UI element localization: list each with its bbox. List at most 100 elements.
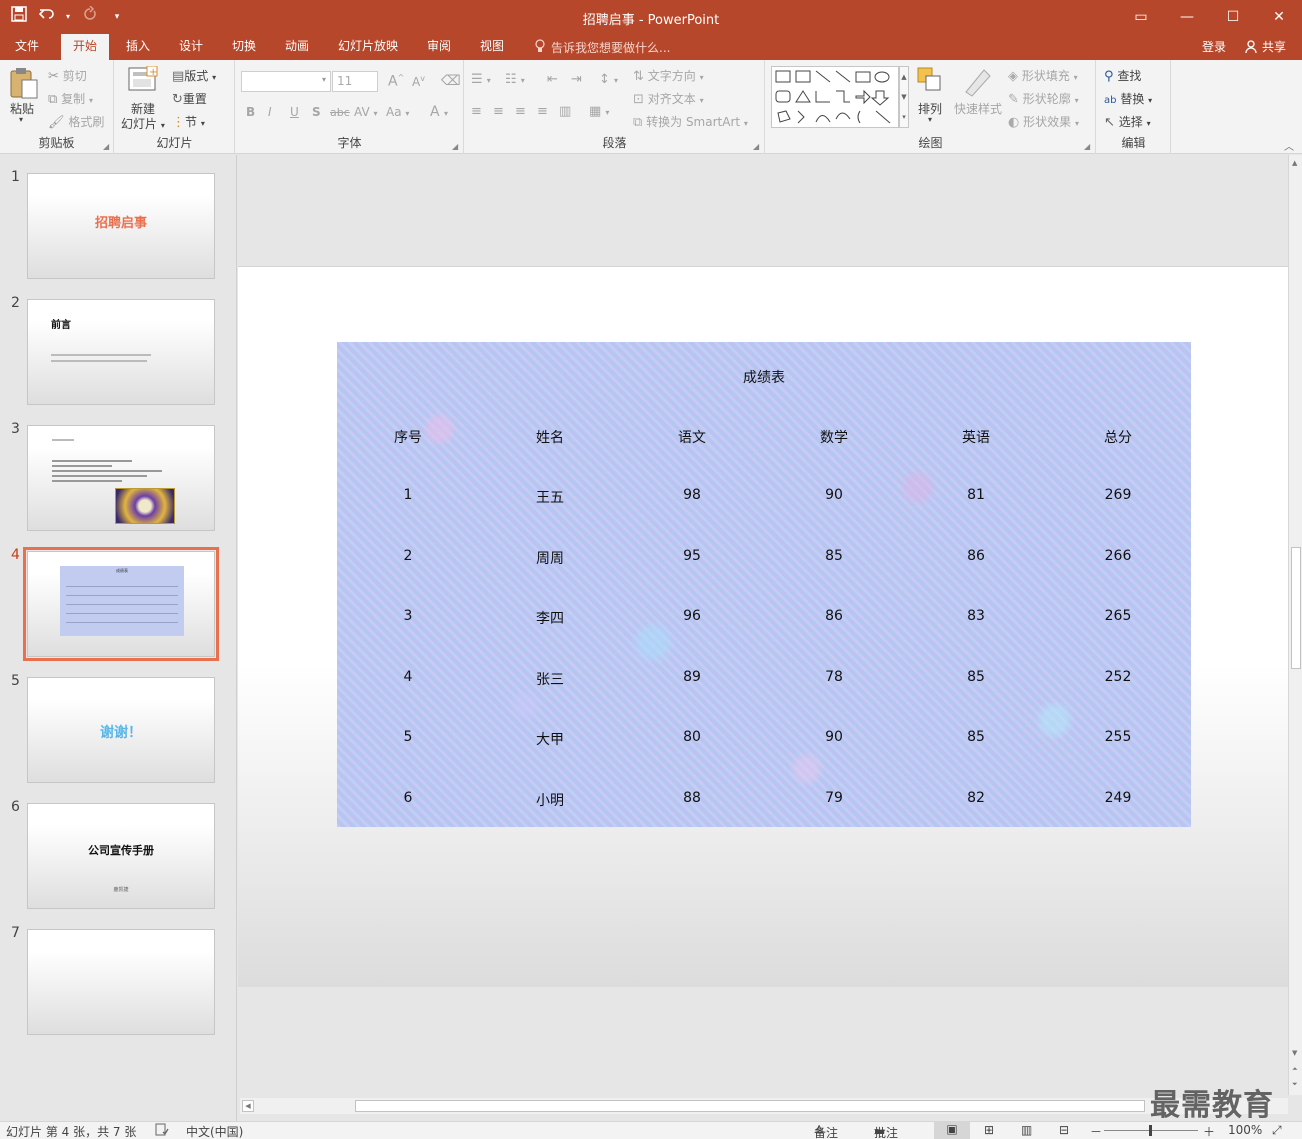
strikethrough-button[interactable]: abc [330, 106, 350, 119]
zoom-in-button[interactable]: ＋ [1203, 1123, 1215, 1139]
slide-thumbnail-2[interactable]: 前言 [27, 299, 215, 405]
dialog-launcher-icon[interactable]: ◢ [103, 142, 109, 151]
tab-view[interactable]: 视图 [468, 34, 516, 60]
quick-styles-button[interactable]: 快速样式 [954, 100, 1002, 117]
ribbon-display-options-icon[interactable]: ▭ [1118, 0, 1164, 34]
columns-icon[interactable]: ▦ ▾ [589, 104, 609, 119]
tab-file[interactable]: 文件 [3, 34, 51, 60]
tab-insert[interactable]: 插入 [114, 34, 162, 60]
close-button[interactable]: ✕ [1256, 0, 1302, 34]
section-button[interactable]: ⋮节 ▾ [172, 113, 205, 130]
layout-button[interactable]: ▤版式 ▾ [172, 67, 216, 84]
slide-sorter-view-icon[interactable]: ⊞ [984, 1123, 994, 1137]
paragraph-dialog-launcher-icon[interactable]: ◢ [753, 142, 759, 151]
slide-thumbnail-3[interactable] [27, 425, 215, 531]
reading-view-icon[interactable]: ▥ [1021, 1123, 1032, 1137]
align-left-icon[interactable]: ≡ [471, 104, 482, 119]
vertical-scroll-thumb[interactable] [1291, 547, 1301, 669]
line-spacing-icon[interactable]: ↕ ▾ [599, 72, 618, 87]
paste-icon[interactable] [8, 66, 40, 99]
font-name-combobox[interactable] [241, 71, 331, 92]
copy-button[interactable]: ⧉ 复制 ▾ [48, 90, 93, 107]
decrease-font-icon[interactable]: Av [412, 74, 425, 89]
shape-fill-button[interactable]: ◈ 形状填充 ▾ [1008, 67, 1078, 84]
quick-styles-icon[interactable] [962, 66, 994, 98]
justify-icon[interactable]: ≡ [537, 104, 548, 119]
slideshow-view-icon[interactable]: ⊟ [1059, 1123, 1069, 1137]
drawing-dialog-launcher-icon[interactable]: ◢ [1084, 142, 1090, 151]
horizontal-scrollbar[interactable]: ◀ [240, 1098, 1288, 1114]
change-case-button[interactable]: Aa ▾ [386, 105, 409, 119]
language-status[interactable]: 中文(中国) [186, 1123, 243, 1139]
tab-slideshow[interactable]: 幻灯片放映 [326, 34, 410, 60]
slide-thumbnail-1[interactable]: 招聘启事 [27, 173, 215, 279]
previous-slide-icon[interactable]: ⏶ [1292, 1065, 1298, 1074]
shapes-gallery[interactable] [771, 66, 899, 128]
replace-button[interactable]: ab 替换 ▾ [1104, 90, 1152, 107]
arrange-icon[interactable] [916, 66, 948, 98]
align-right-icon[interactable]: ≡ [515, 104, 526, 119]
minimize-button[interactable]: — [1164, 0, 1210, 34]
current-slide[interactable]: 成绩表 序号 姓名 语文 数学 英语 总分 1 王五 98 90 81 269 … [238, 266, 1288, 987]
zoom-level[interactable]: 100% [1228, 1123, 1262, 1137]
vertical-scrollbar[interactable]: ▲ ▼ ⏶ ⏷ [1288, 155, 1302, 1095]
bullets-icon[interactable]: ☰ ▾ [471, 72, 491, 87]
distributed-icon[interactable]: ▥ [559, 104, 571, 119]
font-size-combobox[interactable]: 11 [332, 71, 378, 92]
spellcheck-icon[interactable] [155, 1123, 169, 1139]
font-color-button[interactable]: A ▾ [430, 104, 448, 120]
zoom-out-button[interactable]: － [1090, 1123, 1102, 1139]
tab-design[interactable]: 设计 [167, 34, 215, 60]
slide-thumbnail-7[interactable] [27, 929, 215, 1035]
zoom-slider-handle[interactable] [1149, 1125, 1152, 1136]
tell-me-box[interactable]: 告诉我您想要做什么... [551, 39, 670, 56]
font-dialog-launcher-icon[interactable]: ◢ [452, 142, 458, 151]
format-painter-button[interactable]: 🖌 格式刷 [48, 113, 104, 130]
gallery-scroll-icon[interactable]: ▲ ▼ ▾ [899, 66, 909, 128]
paste-dropdown-icon[interactable]: ▾ [19, 115, 23, 124]
slide-thumbnail-6[interactable]: 公司宣传手册 鹿凯捷 [27, 803, 215, 909]
find-button[interactable]: ⚲ 查找 [1104, 67, 1141, 84]
normal-view-icon[interactable]: ▣ [934, 1122, 970, 1139]
decrease-indent-icon[interactable]: ⇤ [547, 72, 558, 87]
tab-home[interactable]: 开始 [61, 34, 110, 60]
tab-transitions[interactable]: 切换 [220, 34, 268, 60]
shape-effects-button[interactable]: ◐ 形状效果 ▾ [1008, 113, 1079, 130]
convert-smartart-button[interactable]: ⧉ 转换为 SmartArt ▾ [633, 113, 748, 130]
cut-button[interactable]: ✂ 剪切 [48, 67, 87, 84]
scroll-up-icon[interactable]: ▲ [1292, 159, 1297, 167]
horizontal-scroll-thumb[interactable] [355, 1100, 1145, 1112]
text-direction-button[interactable]: ⇅ 文字方向 ▾ [633, 67, 704, 84]
collapse-ribbon-icon[interactable]: ︿ [1284, 138, 1294, 153]
slide-thumbnail-5[interactable]: 谢谢！ [27, 677, 215, 783]
tab-review[interactable]: 审阅 [415, 34, 463, 60]
new-slide-icon[interactable]: + [127, 65, 159, 98]
reset-button[interactable]: ↻重置 [172, 90, 207, 107]
select-button[interactable]: ↖ 选择 ▾ [1104, 113, 1151, 130]
slide-thumbnail-4[interactable]: 成绩表 [23, 547, 219, 661]
clear-format-icon[interactable]: ⌫ [441, 73, 461, 89]
shape-outline-button[interactable]: ✎ 形状轮廓 ▾ [1008, 90, 1079, 107]
share-button[interactable]: 共享 [1262, 38, 1286, 55]
align-text-button[interactable]: ⊡ 对齐文本 ▾ [633, 90, 704, 107]
tab-animations[interactable]: 动画 [273, 34, 321, 60]
score-table[interactable]: 成绩表 序号 姓名 语文 数学 英语 总分 1 王五 98 90 81 269 … [337, 342, 1191, 827]
scroll-left-icon[interactable]: ◀ [242, 1100, 254, 1112]
maximize-button[interactable]: ☐ [1210, 0, 1256, 34]
scroll-down-icon[interactable]: ▼ [1292, 1049, 1297, 1057]
new-slide-button[interactable]: 幻灯片 ▾ [121, 115, 165, 132]
font-name-dropdown-icon[interactable]: ▾ [322, 75, 326, 84]
sign-in-link[interactable]: 登录 [1202, 38, 1226, 55]
increase-indent-icon[interactable]: ⇥ [571, 72, 582, 87]
italic-button[interactable]: I [268, 105, 272, 119]
align-center-icon[interactable]: ≡ [493, 104, 504, 119]
next-slide-icon[interactable]: ⏷ [1292, 1080, 1298, 1089]
bold-button[interactable]: B [246, 105, 255, 119]
shadow-button[interactable]: S [312, 105, 321, 119]
char-spacing-button[interactable]: AV ▾ [354, 105, 378, 119]
arrange-dropdown-icon[interactable]: ▾ [928, 115, 932, 124]
fit-to-window-icon[interactable]: ⤢ [1272, 1123, 1282, 1138]
increase-font-icon[interactable]: A^ [388, 73, 404, 90]
numbering-icon[interactable]: ☷ ▾ [505, 72, 525, 87]
underline-button[interactable]: U [290, 105, 299, 119]
